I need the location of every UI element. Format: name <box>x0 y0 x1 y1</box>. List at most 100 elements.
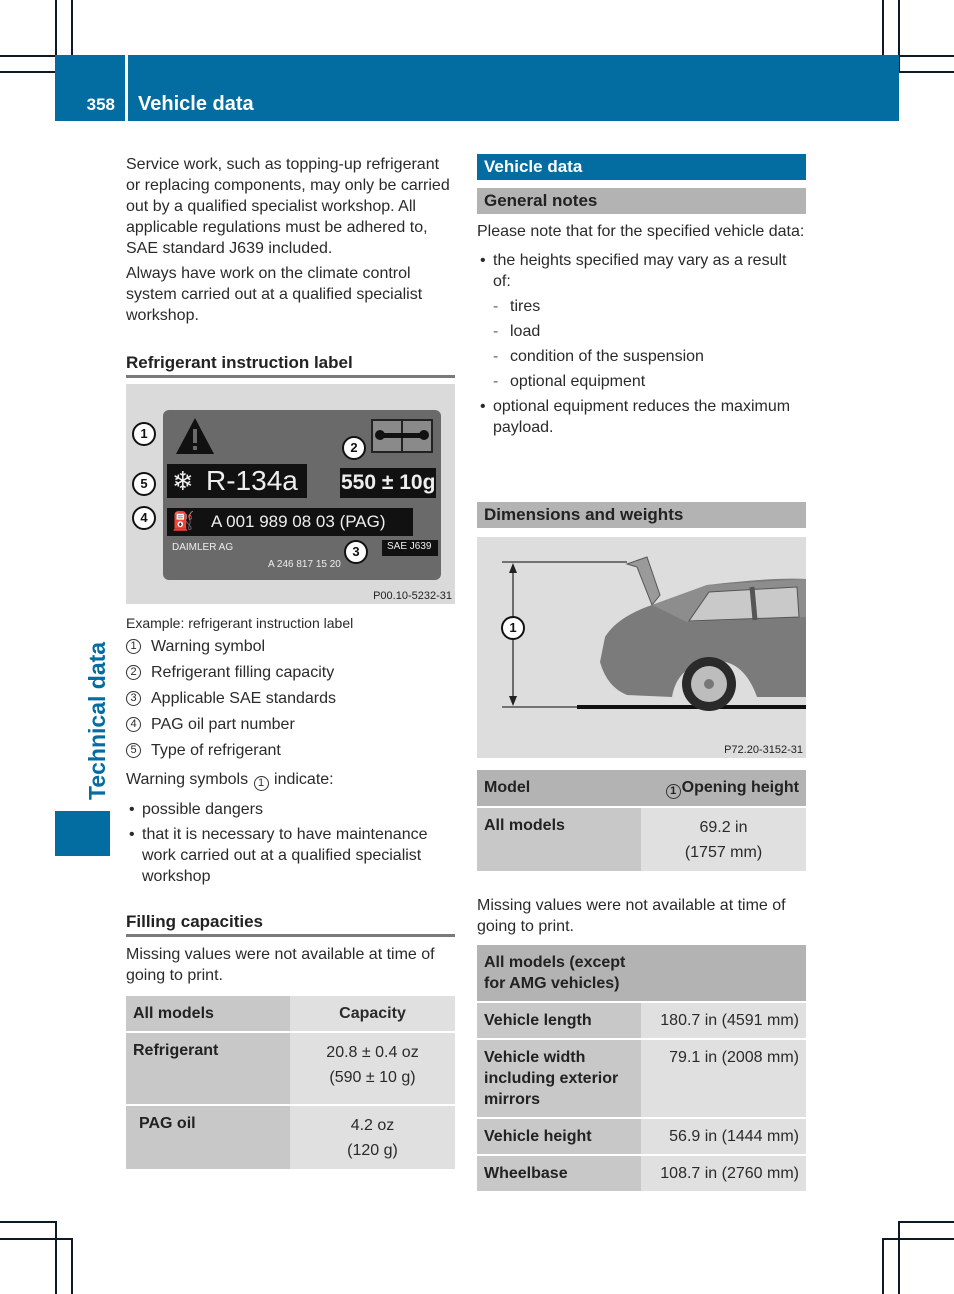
opening-height-image: 1 P72.20-3152-31 <box>477 537 806 758</box>
general-notes-heading: General notes <box>477 188 806 214</box>
table-header-cell-empty <box>641 945 806 1003</box>
dash-icon: - <box>493 373 499 390</box>
sub-item-text: tires <box>510 298 541 315</box>
table-header-row: Model 1 Opening height <box>477 770 806 808</box>
section-title: Vehicle data <box>138 93 254 115</box>
filling-heading: Filling capacities <box>126 911 455 937</box>
callout-2: 2 <box>342 436 366 460</box>
legend-text: PAG oil part number <box>151 715 295 733</box>
warning-intro-text: Warning symbols <box>126 771 249 788</box>
crop-mark <box>898 55 954 57</box>
legend-text: Type of refrigerant <box>151 741 281 759</box>
label-pag-part: A 001 989 08 03 (PAG) <box>211 512 386 531</box>
dimensions-table: All models (except for AMG vehicles) Veh… <box>477 945 806 1193</box>
list-item: • possible dangers <box>126 799 455 820</box>
table-row: Wheelbase 108.7 in (2760 mm) <box>477 1155 806 1193</box>
value-line: (120 g) <box>347 1142 398 1159</box>
list-item-text: optional equipment reduces the maximum p… <box>493 398 791 436</box>
label-refrigerant-type: R-134a <box>206 465 298 496</box>
header-text: Opening height <box>681 779 799 796</box>
dimensions-section: Dimensions and weights <box>477 502 806 528</box>
service-manual-icon <box>371 419 433 453</box>
page-number: 358 <box>86 95 115 114</box>
dash-icon: - <box>493 323 499 340</box>
crop-mark <box>898 71 954 73</box>
table-header-cell: All models (except for AMG vehicles) <box>477 945 641 1003</box>
intro-paragraph: Service work, such as topping-up refrige… <box>126 156 450 257</box>
table-cell-label: Wheelbase <box>477 1155 641 1193</box>
table-cell-value: 108.7 in (2760 mm) <box>641 1155 806 1193</box>
table-row: Vehicle length 180.7 in (4591 mm) <box>477 1002 806 1040</box>
label-part-number: A 246 817 15 20 <box>268 559 341 570</box>
crop-mark <box>0 55 55 57</box>
figure-code: P72.20-3152-31 <box>724 744 803 756</box>
callout-3: 3 <box>344 540 368 564</box>
sub-list: - tires - load - condition of the suspensio… <box>493 296 806 392</box>
crop-mark <box>882 0 884 55</box>
callout-number: 2 <box>126 664 141 680</box>
legend-text: Refrigerant filling capacity <box>151 663 335 681</box>
filling-section: Filling capacities Missing values were n… <box>126 911 455 1171</box>
intro-paragraph: Always have work on the climate control … <box>126 265 423 324</box>
dash-icon: - <box>493 298 499 315</box>
left-column-lower: Example: refrigerant instruction label 1… <box>126 613 455 891</box>
value-line: 20.8 ± 0.4 oz <box>326 1044 419 1061</box>
callout-1: 1 <box>501 616 525 640</box>
list-item-text: the heights specified may vary as a resu… <box>493 252 787 290</box>
crop-mark <box>71 1238 73 1294</box>
refrigerant-label-heading: Refrigerant instruction label <box>126 352 455 378</box>
opening-height-table: Model 1 Opening height All models 69.2 in… <box>477 770 806 873</box>
table-header-cell: All models <box>126 996 290 1033</box>
filling-note: Missing values were not available at tim… <box>126 946 435 984</box>
warning-triangle-icon <box>176 418 214 454</box>
crop-mark <box>55 0 57 55</box>
legend-item: 3 Applicable SAE standards <box>126 685 455 711</box>
table-cell-label: Vehicle width including exterior mirrors <box>477 1039 641 1119</box>
figure-code: P00.10-5232-31 <box>373 590 452 602</box>
legend-item: 2 Refrigerant filling capacity <box>126 659 455 685</box>
bullet-icon: • <box>480 398 486 415</box>
crop-mark <box>882 1238 954 1240</box>
callout-number: 1 <box>126 638 141 654</box>
table-cell-value: 79.1 in (2008 mm) <box>641 1039 806 1119</box>
filling-table: All models Capacity Refrigerant 20.8 ± 0… <box>126 996 455 1171</box>
callout-number: 3 <box>126 690 141 706</box>
table-header-cell: Capacity <box>290 996 455 1033</box>
legend-item: 5 Type of refrigerant <box>126 737 455 763</box>
list-item-text: that it is necessary to have maintenance… <box>142 826 428 885</box>
table-header-cell: 1 Opening height <box>641 770 806 808</box>
snowflake-icon: ❄ <box>172 466 194 496</box>
list-item-text: possible dangers <box>142 801 263 818</box>
crop-mark <box>55 1221 57 1294</box>
label-capacity: 550 ± 10g <box>341 471 436 494</box>
refrigerant-label-image: ❄ R-134a 550 ± 10g ⛽ A 001 989 08 03 (PA… <box>126 384 455 604</box>
value-line: 69.2 in <box>699 819 748 836</box>
side-tab-marker <box>55 811 110 856</box>
label-maker: DAIMLER AG <box>172 542 234 553</box>
sub-list-item: - tires <box>493 296 806 317</box>
car-rear-illustration <box>502 556 806 711</box>
figure-caption: Example: refrigerant instruction label <box>126 615 354 631</box>
callout-4: 4 <box>132 506 156 530</box>
table-header-row: All models (except for AMG vehicles) <box>477 945 806 1003</box>
sub-item-text: optional equipment <box>510 373 646 390</box>
table-row: Vehicle height 56.9 in (1444 mm) <box>477 1118 806 1156</box>
legend-item: 1 Warning symbol <box>126 633 455 659</box>
crop-mark <box>882 1238 884 1294</box>
bullet-icon: • <box>129 801 135 818</box>
table-row: All models 69.2 in (1757 mm) <box>477 807 806 873</box>
crop-mark <box>71 0 73 55</box>
left-column: Service work, such as topping-up refrige… <box>126 154 455 378</box>
value-line: (590 ± 10 g) <box>329 1069 416 1086</box>
page-number-box: 358 <box>55 55 125 121</box>
side-tab-label: Technical data <box>84 641 110 800</box>
warning-intro-text: indicate: <box>274 771 334 788</box>
bullet-icon: • <box>480 252 486 269</box>
table-header-row: All models Capacity <box>126 996 455 1033</box>
dash-icon: - <box>493 348 499 365</box>
legend-text: Applicable SAE standards <box>151 689 336 707</box>
dimensions-note: Missing values were not available at tim… <box>477 897 786 935</box>
dimensions-heading: Dimensions and weights <box>477 502 806 528</box>
table-cell-value: 69.2 in (1757 mm) <box>641 807 806 873</box>
callout-1: 1 <box>132 422 156 446</box>
